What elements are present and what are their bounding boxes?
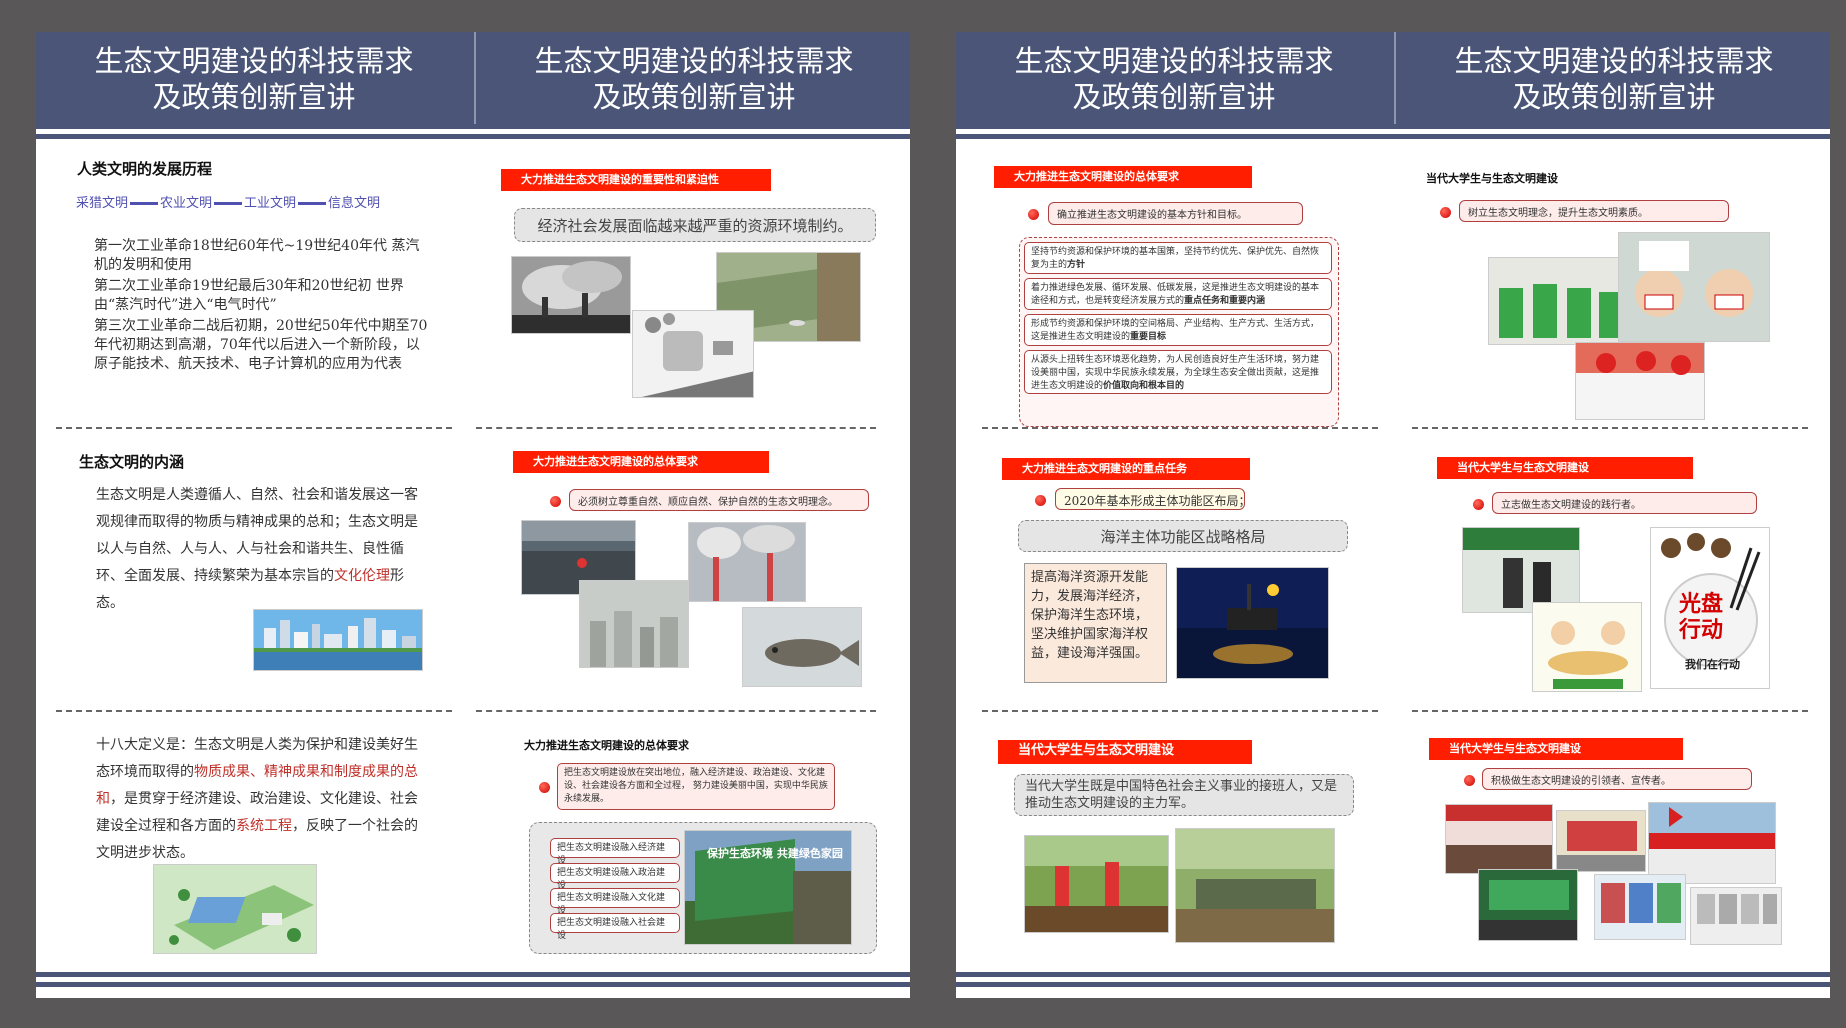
footer-stripes: [956, 972, 1830, 992]
point-pill: 确立推进生态文明建设的基本方针和目标。: [1048, 202, 1303, 225]
stage-image: [1478, 869, 1578, 941]
section-heading: 生态文明的内涵: [79, 453, 185, 471]
section-bar: 大力推进生态文明建设的重要性和紧迫性: [501, 169, 771, 191]
page-title: 生态文明建设的科技需求 及政策创新宣讲: [94, 44, 414, 114]
eco-park-image: [153, 864, 317, 954]
section-bar: 大力推进生态文明建设的重点任务: [1002, 458, 1250, 480]
bullet-icon: [1035, 495, 1046, 506]
principle-box: 坚持节约资源和保护环境的基本国策，坚持节约优先、保护优先、自然恢复为主的方针: [1024, 242, 1332, 274]
gallery-image: [1690, 887, 1782, 945]
display-boards-image: [1594, 874, 1686, 940]
point-pill: 立志做生态文明建设的践行者。: [1492, 492, 1757, 514]
oil-rig-image: [1176, 567, 1329, 679]
integration-item: 把生态文明建设融入文化建设: [550, 888, 680, 916]
campaign-image: [1445, 804, 1553, 874]
section-bar: 当代大学生与生态文明建设: [1429, 738, 1683, 760]
tree-planting-image: [1024, 835, 1169, 933]
billboard-image: 保护生态环境 共建绿色家园: [684, 830, 852, 945]
billboard-text: 保护生态环境 共建绿色家园: [707, 847, 843, 860]
left-board: 生态文明建设的科技需求 及政策创新宣讲 生态文明建设的科技需求 及政策创新宣讲 …: [36, 32, 910, 998]
principle-box: 形成节约资源和保护环境的空间格局、产业结构、生产方式、生活方式，这是推进生态文明…: [1024, 314, 1332, 346]
page-title: 生态文明建设的科技需求 及政策创新宣讲: [1014, 44, 1334, 114]
poster-title: 光盘 行动: [1679, 592, 1724, 643]
volunteer-group-image: [1175, 828, 1335, 943]
section-heading: 大力推进生态文明建设的总体要求: [524, 739, 689, 752]
page-title: 生态文明建设的科技需求 及政策创新宣讲: [474, 32, 910, 126]
bullet-icon: [1028, 209, 1039, 220]
section-bar: 当代大学生与生态文明建设: [1437, 457, 1693, 479]
requirement-box: 把生态文明建设放在突出地位，融入经济建设、政治建设、文化建设、社会建设各方面和全…: [557, 763, 835, 810]
callout-box: 当代大学生既是中国特色社会主义事业的接班人，又是推动生态文明建设的主力军。: [1014, 774, 1354, 816]
callout-box: 海洋主体功能区战略格局: [1018, 520, 1348, 552]
bullet-icon: [550, 496, 561, 507]
divider: [1412, 427, 1808, 429]
ceremony-image: [1462, 527, 1580, 613]
poster-subtitle: 我们在行动: [1685, 658, 1740, 671]
bullet-icon: [539, 782, 550, 793]
revolution-3: 第三次工业革命二战后初期，20世纪50年代中期至70年代初期达到高潮，70年代以…: [94, 318, 428, 372]
integration-item: 把生态文明建设融入政治建设: [550, 863, 680, 891]
meaning-text: 生态文明是人类遵循人、自然、社会和谐发展这一客观规律而取得的物质与精神成果的总和…: [96, 487, 418, 611]
signing-banner-image: [1575, 342, 1705, 420]
divider: [476, 710, 876, 712]
bullet-icon: [1473, 499, 1484, 510]
divider: [982, 427, 1378, 429]
right-board: 生态文明建设的科技需求 及政策创新宣讲 生态文明建设的科技需求 及政策创新宣讲 …: [956, 32, 1830, 998]
revolution-1: 第一次工业革命18世纪60年代~19世纪40年代 蒸汽机的发明和使用: [94, 238, 420, 273]
divider: [476, 427, 876, 429]
factory-smoke-image: [688, 522, 806, 602]
section-heading: 当代大学生与生态文明建设: [1426, 172, 1558, 185]
header-bar: 生态文明建设的科技需求 及政策创新宣讲 生态文明建设的科技需求 及政策创新宣讲: [956, 32, 1830, 126]
civilization-timeline: 采猎文明 农业文明 工业文明 信息文明: [76, 196, 381, 211]
integration-item: 把生态文明建设融入经济建设: [550, 838, 680, 866]
rally-image: [1648, 802, 1776, 884]
header-bar: 生态文明建设的科技需求 及政策创新宣讲 生态文明建设的科技需求 及政策创新宣讲: [36, 32, 910, 126]
dead-fish-image: [742, 607, 862, 687]
divider: [982, 710, 1378, 712]
section-bar: 大力推进生态文明建设的总体要求: [513, 451, 769, 473]
city-image: [253, 609, 423, 671]
ocean-text: 提高海洋资源开发能力，发展海洋经济，保护海洋生态环境，坚决维护国家海洋权益，建设…: [1024, 563, 1167, 683]
divider: [56, 427, 452, 429]
masks-protest-image: [1618, 232, 1770, 342]
smokestack-image: [511, 256, 631, 334]
exhibit-image: [1556, 810, 1646, 872]
clean-plate-poster: 光盘 行动 我们在行动: [1650, 527, 1770, 689]
cartoon-dining-image: [1532, 602, 1642, 692]
callout-box: 经济社会发展面临越来越严重的资源环境制约。: [514, 208, 876, 242]
students-green-image: [1488, 257, 1628, 345]
smog-city-image: [579, 580, 689, 668]
definition-text: 十八大定义是：生态文明是人类为保护和建设美好生态环境而取得的物质成果、精神成果和…: [96, 737, 418, 861]
divider: [1412, 710, 1808, 712]
footer-stripes: [36, 972, 910, 992]
point-pill: 必须树立尊重自然、顺应自然、保护自然的生态文明理念。: [569, 489, 869, 511]
page-title: 生态文明建设的科技需求 及政策创新宣讲: [1394, 32, 1830, 126]
point-pill: 积极做生态文明建设的引领者、宣传者。: [1482, 768, 1752, 790]
divider: [56, 710, 452, 712]
section-bar: 大力推进生态文明建设的总体要求: [994, 166, 1252, 188]
section-bar: 当代大学生与生态文明建设: [998, 740, 1252, 764]
revolution-2: 第二次工业革命19世纪最后30年和20世纪初 世界由“蒸汽时代”进入“电气时代”: [94, 278, 404, 313]
header-stripes: [956, 124, 1830, 144]
bullet-icon: [1464, 775, 1475, 786]
point-pill: 2020年基本形成主体功能区布局；: [1055, 488, 1245, 510]
point-pill: 树立生态文明理念，提升生态文明素质。: [1459, 200, 1729, 222]
cartoon-image: [632, 310, 754, 398]
principle-box: 从源头上扭转生态环境恶化趋势，为人民创造良好生产生活环境，努力建设美丽中国，实现…: [1024, 350, 1332, 394]
integration-item: 把生态文明建设融入社会建设: [550, 913, 680, 941]
header-stripes: [36, 124, 910, 144]
section-heading: 人类文明的发展历程: [77, 160, 213, 178]
bullet-icon: [1440, 207, 1451, 218]
principle-box: 着力推进绿色发展、循环发展、低碳发展，这是推进生态文明建设的基本途径和方式，也是…: [1024, 278, 1332, 310]
